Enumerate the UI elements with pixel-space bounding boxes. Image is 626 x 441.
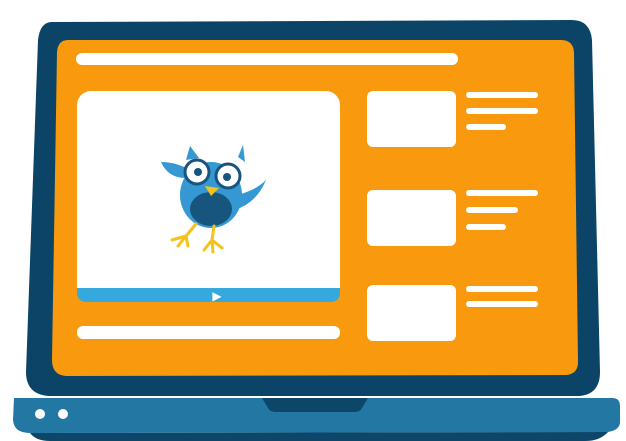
owl-belly xyxy=(190,192,232,226)
related-thumbnail xyxy=(367,190,456,246)
related-text-line xyxy=(466,301,538,307)
related-text-line xyxy=(466,224,506,230)
related-text-line xyxy=(466,108,538,114)
play-icon[interactable]: ▶ xyxy=(212,289,222,303)
related-text-line xyxy=(466,207,518,213)
video-progress-bar[interactable] xyxy=(77,288,340,302)
related-text-line xyxy=(466,92,538,98)
header-bar-placeholder xyxy=(76,53,458,65)
video-caption-placeholder xyxy=(77,326,340,339)
related-thumbnail xyxy=(367,285,456,341)
laptop-trackpad-notch xyxy=(262,398,368,412)
video-player[interactable]: ▶ xyxy=(77,91,340,303)
related-text-line xyxy=(466,286,538,292)
related-text-line xyxy=(466,124,506,130)
laptop-illustration: ▶ xyxy=(13,20,620,441)
related-text-line xyxy=(466,190,538,196)
indicator-light xyxy=(35,409,45,419)
owl-pupil-left xyxy=(194,168,202,176)
indicator-light xyxy=(58,409,68,419)
related-thumbnail xyxy=(367,91,456,147)
owl-pupil-right xyxy=(223,173,231,181)
laptop-base-shadow xyxy=(30,432,608,441)
